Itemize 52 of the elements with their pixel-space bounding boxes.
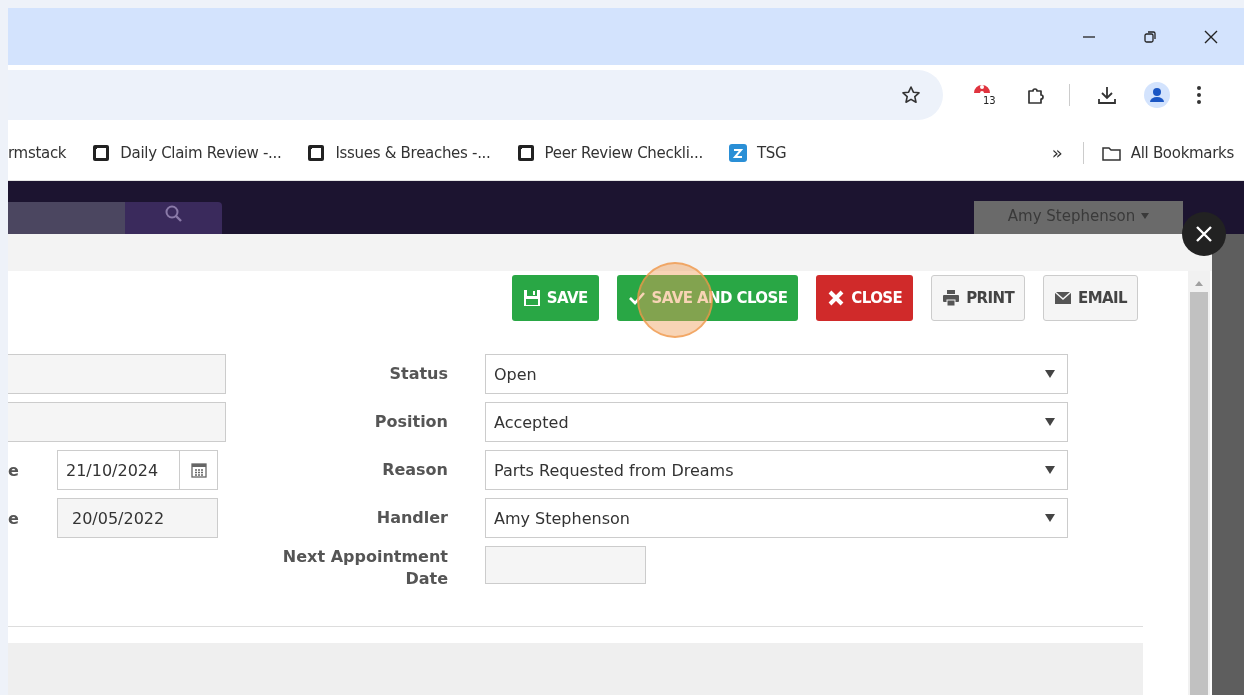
search-field[interactable] [8, 202, 125, 234]
cross-icon [827, 289, 846, 307]
dropdown-arrow-icon [1045, 370, 1055, 378]
more-bookmarks-button[interactable]: » [1051, 142, 1063, 163]
star-icon[interactable] [901, 85, 921, 105]
all-bookmarks-button[interactable]: All Bookmarks [1101, 143, 1234, 162]
bookmark[interactable]: Issues & Breaches -... [307, 143, 491, 162]
field-label: Status [388, 363, 448, 385]
bookmark[interactable]: rmstack [8, 143, 67, 162]
close-button[interactable]: CLOSE [816, 275, 914, 321]
printer-icon [942, 289, 961, 307]
print-button[interactable]: PRINT [931, 275, 1026, 321]
text-field[interactable] [8, 402, 226, 442]
field-label: e [8, 460, 20, 480]
extension-icon[interactable] [973, 84, 991, 93]
bookmark[interactable]: Daily Claim Review -... [92, 143, 282, 162]
dropdown-arrow-icon [1045, 418, 1055, 426]
date-field: 20/05/2022 [57, 498, 218, 538]
email-button[interactable]: EMAIL [1043, 275, 1138, 321]
dropdown[interactable]: Amy Stephenson [485, 498, 1068, 538]
field-label: e [8, 508, 20, 528]
date-field[interactable] [485, 546, 646, 584]
dropdown[interactable]: Parts Requested from Dreams [485, 450, 1068, 490]
page-icon [92, 143, 111, 162]
calendar-icon [190, 462, 207, 478]
scrollbar[interactable] [1188, 271, 1210, 695]
dropdown[interactable]: Open [485, 354, 1068, 394]
scroll-thumb[interactable] [1190, 292, 1208, 695]
dropdown-arrow-icon [1045, 514, 1055, 522]
field-label: Position [373, 411, 448, 433]
field-label: Handler [375, 507, 448, 529]
dropdown-arrow-icon [1045, 466, 1055, 474]
field-label: Reason [381, 459, 448, 481]
avatar-icon[interactable] [1144, 82, 1170, 108]
app-icon [728, 143, 747, 162]
field-label: Next Appointment Date [281, 546, 448, 590]
search-icon [163, 204, 184, 224]
date-field[interactable]: 21/10/2024 [57, 450, 218, 490]
text-field[interactable] [8, 354, 226, 394]
close-icon [1195, 225, 1213, 243]
envelope-icon [1054, 289, 1073, 307]
search-button[interactable] [125, 202, 222, 234]
dropdown[interactable]: Accepted [485, 402, 1068, 442]
scroll-up-icon[interactable] [1195, 281, 1203, 286]
page-icon [516, 143, 535, 162]
download-icon[interactable] [1096, 84, 1118, 106]
page-icon [307, 143, 326, 162]
caret-icon [1141, 212, 1150, 219]
more-icon[interactable] [1196, 85, 1202, 105]
extension-badge: 13 [981, 94, 998, 107]
bookmark[interactable]: TSG [728, 143, 787, 162]
bookmark[interactable]: Peer Review Checkli... [516, 143, 703, 162]
